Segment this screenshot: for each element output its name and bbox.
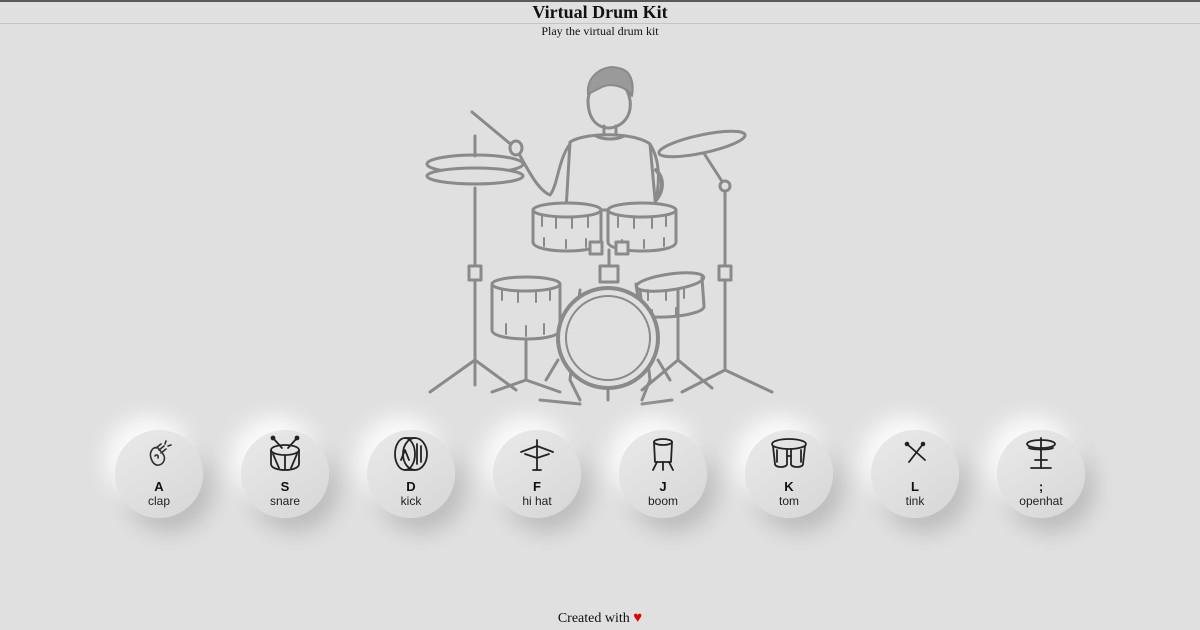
page-header: Virtual Drum Kit [0, 2, 1200, 24]
kick-drum-icon [391, 434, 431, 474]
key-letter: L [911, 479, 919, 494]
drum-key-clap[interactable]: A clap [115, 430, 203, 518]
page-subtitle: Play the virtual drum kit [541, 24, 659, 38]
key-letter: ; [1038, 479, 1044, 494]
key-letter: S [280, 479, 290, 494]
key-sound-label: tink [905, 494, 925, 508]
cymbal-icon [1021, 434, 1061, 474]
key-letter: A [154, 479, 164, 494]
clap-icon [139, 434, 179, 474]
drum-key-tom[interactable]: K tom [745, 430, 833, 518]
drum-key-kick[interactable]: D kick [367, 430, 455, 518]
key-sound-label: openhat [1019, 494, 1063, 508]
drum-key-openhat[interactable]: ; openhat [997, 430, 1085, 518]
heart-icon: ♥ [633, 610, 643, 626]
drum-key-snare[interactable]: S snare [241, 430, 329, 518]
key-letter: F [533, 479, 541, 494]
drumsticks-icon [895, 434, 935, 474]
drum-keys: A clap S snare D kick F hi hat J boom K … [0, 430, 1200, 520]
boom-drum-icon [643, 434, 683, 474]
drum-key-tink[interactable]: L tink [871, 430, 959, 518]
key-sound-label: hi hat [522, 494, 552, 508]
key-sound-label: tom [778, 494, 799, 508]
drum-key-boom[interactable]: J boom [619, 430, 707, 518]
drummer-illustration [425, 66, 774, 406]
key-sound-label: clap [147, 494, 170, 508]
footer: Created with ♥ [0, 610, 1200, 627]
key-letter: J [659, 479, 667, 494]
key-sound-label: snare [269, 494, 301, 508]
key-letter: K [784, 479, 794, 494]
key-sound-label: boom [647, 494, 679, 508]
bongo-icon [769, 434, 809, 474]
key-letter: D [406, 479, 416, 494]
snare-drum-icon [265, 434, 305, 474]
hi-hat-icon [517, 434, 557, 474]
key-sound-label: kick [400, 494, 422, 508]
page-title: Virtual Drum Kit [532, 2, 668, 22]
footer-text: Created with [557, 611, 630, 626]
drum-key-hi-hat[interactable]: F hi hat [493, 430, 581, 518]
